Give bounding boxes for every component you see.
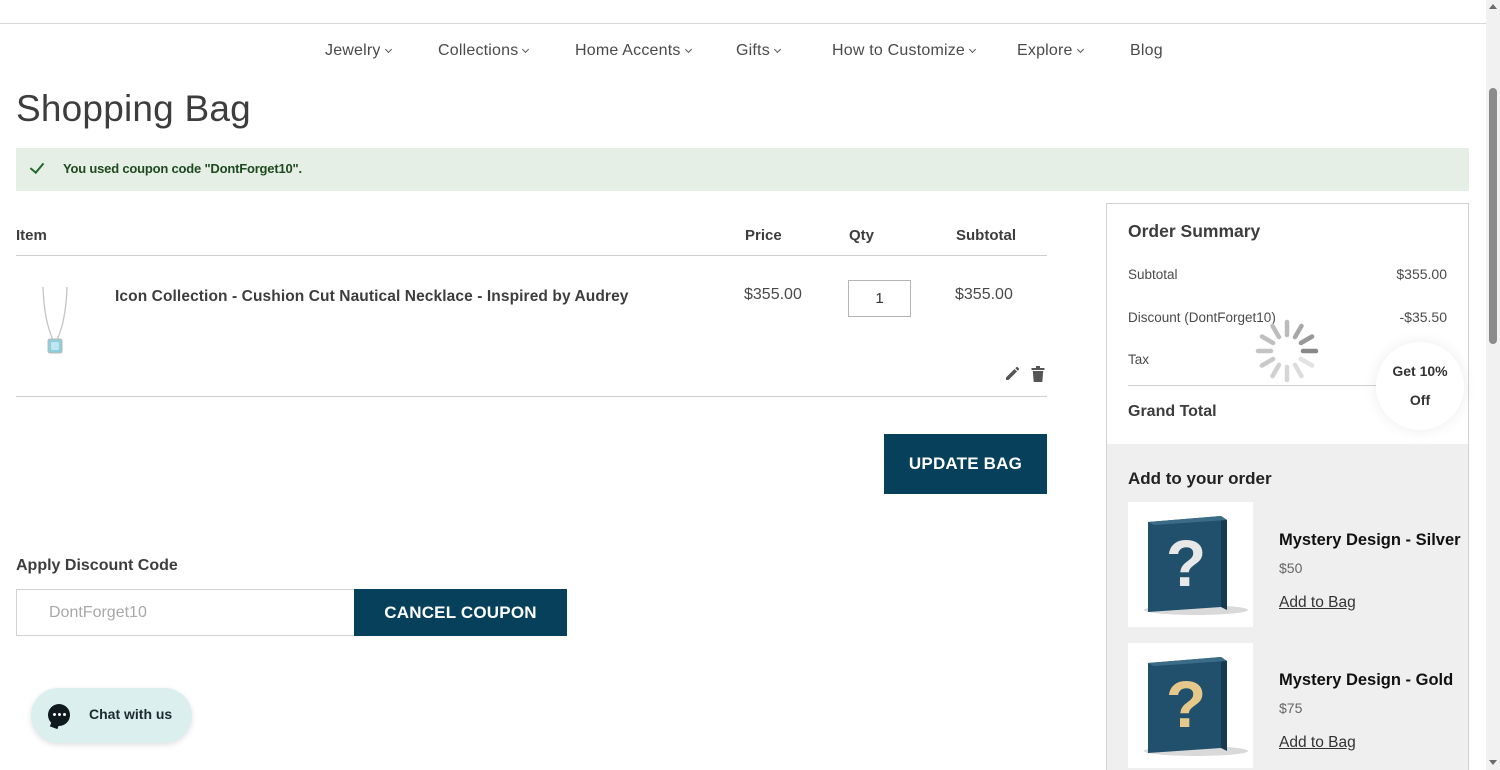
nav-item-explore[interactable]: Explore bbox=[1017, 42, 1084, 60]
upsell-title: Add to your order bbox=[1128, 469, 1272, 488]
discount-code-label: Apply Discount Code bbox=[16, 557, 178, 574]
nav-item-gifts[interactable]: Gifts bbox=[736, 42, 781, 60]
nav-label: Explore bbox=[1017, 42, 1073, 59]
scroll-down-arrow-icon[interactable] bbox=[1489, 760, 1497, 765]
chevron-down-icon bbox=[384, 45, 392, 54]
upsell-thumbnail-gold[interactable]: ? bbox=[1128, 643, 1253, 768]
nav-item-how-to-customize[interactable]: How to Customize bbox=[832, 42, 977, 60]
product-price: $355.00 bbox=[744, 286, 802, 303]
header-divider bbox=[0, 23, 1486, 24]
nav-label: Gifts bbox=[736, 42, 770, 59]
add-to-bag-silver-link[interactable]: Add to Bag bbox=[1279, 594, 1356, 612]
success-message-text: You used coupon code "DontForget10". bbox=[63, 161, 302, 176]
main-nav: Jewelry Collections Home Accents Gifts H… bbox=[0, 42, 1486, 66]
edit-icon[interactable] bbox=[1004, 366, 1020, 382]
update-bag-button[interactable]: UPDATE BAG bbox=[884, 434, 1047, 494]
upsell-price-gold: $75 bbox=[1279, 700, 1303, 716]
svg-text:?: ? bbox=[1166, 526, 1206, 600]
add-to-bag-gold-link[interactable]: Add to Bag bbox=[1279, 734, 1356, 752]
nav-item-home-accents[interactable]: Home Accents bbox=[575, 42, 692, 60]
column-header-subtotal: Subtotal bbox=[956, 227, 1016, 244]
mystery-box-icon: ? bbox=[1144, 516, 1248, 615]
page-title: Shopping Bag bbox=[16, 88, 251, 129]
nav-label: How to Customize bbox=[832, 42, 966, 59]
page-scrollbar[interactable] bbox=[1486, 0, 1500, 770]
scroll-up-arrow-icon[interactable] bbox=[1489, 4, 1497, 9]
upsell-name-gold[interactable]: Mystery Design - Gold bbox=[1279, 671, 1453, 690]
product-name[interactable]: Icon Collection - Cushion Cut Nautical N… bbox=[115, 288, 629, 306]
success-message: You used coupon code "DontForget10". bbox=[16, 148, 1469, 191]
column-header-price: Price bbox=[745, 227, 782, 244]
trash-icon[interactable] bbox=[1031, 366, 1045, 382]
order-summary-panel: Order Summary Subtotal $355.00 Discount … bbox=[1106, 203, 1469, 770]
chevron-down-icon bbox=[522, 45, 530, 54]
summary-tax-label: Tax bbox=[1128, 352, 1150, 367]
chevron-down-icon bbox=[773, 45, 781, 54]
product-subtotal: $355.00 bbox=[955, 286, 1013, 303]
upsell-price-silver: $50 bbox=[1279, 560, 1303, 576]
promo-badge[interactable]: Get 10% Off bbox=[1376, 342, 1464, 430]
upsell-name-silver[interactable]: Mystery Design - Silver bbox=[1279, 531, 1461, 550]
checkmark-icon bbox=[29, 158, 45, 175]
summary-subtotal-label: Subtotal bbox=[1128, 267, 1178, 282]
discount-code-input[interactable]: DontForget10 bbox=[16, 589, 355, 636]
promo-line-1: Get 10% bbox=[1392, 363, 1448, 379]
upsell-section: Add to your order ? Mystery Design - Sil… bbox=[1107, 444, 1468, 770]
column-header-qty: Qty bbox=[849, 227, 875, 244]
nav-label: Jewelry bbox=[325, 42, 381, 59]
cancel-coupon-button[interactable]: CANCEL COUPON bbox=[354, 589, 567, 636]
nav-label: Home Accents bbox=[575, 42, 681, 59]
quantity-input[interactable]: 1 bbox=[848, 280, 911, 317]
upsell-thumbnail-silver[interactable]: ? bbox=[1128, 502, 1253, 627]
summary-discount-value: -$35.50 bbox=[1399, 309, 1447, 325]
chevron-down-icon bbox=[968, 45, 977, 54]
order-summary-title: Order Summary bbox=[1128, 221, 1261, 241]
nav-item-jewelry[interactable]: Jewelry bbox=[325, 42, 392, 60]
product-thumbnail[interactable] bbox=[38, 285, 72, 359]
svg-text:?: ? bbox=[1166, 667, 1206, 741]
mystery-box-icon: ? bbox=[1144, 657, 1248, 756]
summary-subtotal-value: $355.00 bbox=[1396, 266, 1447, 282]
column-header-item: Item bbox=[16, 227, 47, 244]
chat-label: Chat with us bbox=[89, 706, 173, 722]
nav-item-blog[interactable]: Blog bbox=[1130, 42, 1163, 60]
nav-label: Blog bbox=[1130, 42, 1163, 59]
scrollbar-thumb[interactable] bbox=[1489, 88, 1497, 344]
nav-label: Collections bbox=[438, 42, 519, 59]
chevron-down-icon bbox=[684, 45, 692, 54]
nav-item-collections[interactable]: Collections bbox=[438, 42, 530, 60]
table-header-divider bbox=[16, 255, 1047, 256]
table-footer-divider bbox=[16, 396, 1047, 397]
grand-total-label: Grand Total bbox=[1128, 403, 1217, 420]
chat-bubble-icon bbox=[48, 704, 70, 726]
chat-widget-button[interactable]: Chat with us bbox=[31, 688, 192, 743]
chevron-down-icon bbox=[1076, 45, 1084, 54]
loading-spinner-icon bbox=[1255, 319, 1319, 383]
promo-line-2: Off bbox=[1409, 392, 1431, 408]
